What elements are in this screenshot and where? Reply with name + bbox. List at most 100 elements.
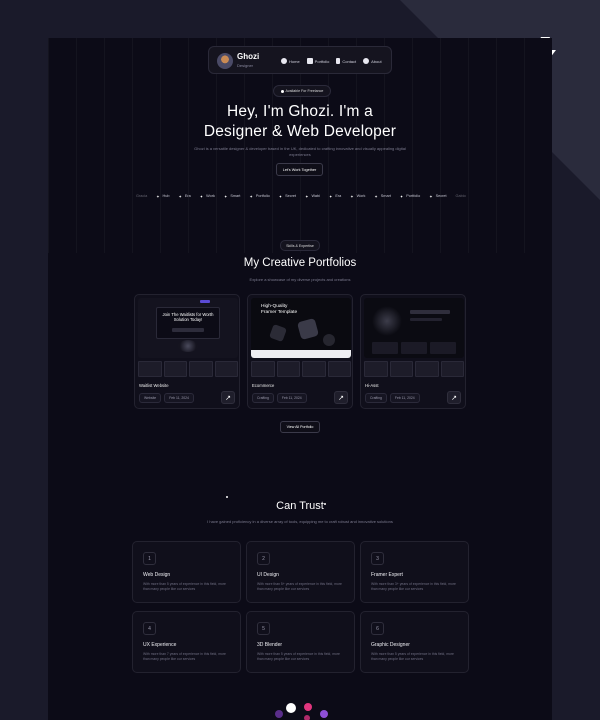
portfolio-card-waitlist[interactable]: Join The Waitlists for Worth Solution To… <box>134 294 240 409</box>
sparkle-icon: ✦ <box>350 193 354 199</box>
ticker-label: Secret <box>285 194 297 198</box>
skill-number: 1 <box>143 552 156 565</box>
ticker-label: Hub <box>162 194 170 198</box>
home-icon <box>281 58 287 64</box>
thumbnail-strip <box>251 361 351 377</box>
category-tag: Crafting <box>365 393 387 403</box>
work-together-button[interactable]: Let's Work Together <box>276 163 323 176</box>
skill-card: 6 Graphic Designer With more than 5 year… <box>360 611 469 673</box>
tool-icon-pink <box>304 703 312 711</box>
card-tags: Crafting Feb 11, 2024 <box>365 393 420 403</box>
portfolio-card-hi-asst[interactable]: Hi-Asst Crafting Feb 11, 2024 ↗ <box>360 294 466 409</box>
arrow-up-right-icon[interactable]: ↗ <box>447 391 461 404</box>
card-title: Hi-Asst <box>365 383 379 388</box>
portfolio-icon <box>306 58 313 64</box>
sparkle-icon: ✦ <box>249 193 253 199</box>
ticker-label: Work <box>206 194 215 198</box>
skill-title: UX Experience <box>143 642 177 648</box>
section-badge: Skills & Expertise <box>280 240 320 251</box>
thumbnail-strip <box>138 361 238 377</box>
ticker-item: ✦ Era <box>329 194 341 199</box>
ticker-item: ✦ Secret <box>279 194 296 199</box>
skill-number: 4 <box>143 622 156 635</box>
ticker-label: Secret <box>435 194 447 198</box>
hero-subtitle: Ghozi is a versatile designer & develope… <box>194 146 406 157</box>
skill-title: 3D Blender <box>257 642 283 648</box>
portfolio-page: Ghozi Designer Home Portfolio Contact Ab… <box>48 38 552 720</box>
nav-about-label: About <box>371 58 382 64</box>
sparkle-icon: ✦ <box>328 193 333 199</box>
skill-card: 5 3D Blender With more than 5 years of e… <box>246 611 355 673</box>
ticker-item: ✦ Work <box>200 194 215 199</box>
ticker-item: ✦ Work <box>350 194 365 199</box>
nav-contact[interactable]: Contact <box>336 58 356 64</box>
ticker-item: ✦ Portfolio <box>249 194 269 199</box>
sparkle-icon: ✦ <box>223 193 228 199</box>
skill-title: Graphic Designer <box>371 642 410 648</box>
skill-number: 6 <box>371 622 384 635</box>
ticker-label: Wabi <box>311 194 320 198</box>
skill-card: 4 UX Experience With more than 7 years o… <box>132 611 241 673</box>
category-tag: Website <box>139 393 162 403</box>
skill-title: Web Design <box>143 572 171 578</box>
sparkle-icon: ✦ <box>374 193 378 199</box>
brand-role: Designer <box>237 63 254 68</box>
ticker-item: ✦ Portfolio <box>400 194 420 199</box>
ticker-item: ✦ Smart <box>374 194 391 199</box>
sparkle-icon: ✦ <box>305 193 309 199</box>
thumbnail-strip <box>364 361 464 377</box>
ticker-label: Era <box>184 194 191 198</box>
status-dot-icon <box>280 89 284 93</box>
decor-dot <box>226 496 228 498</box>
ticker-label: Gracia <box>136 194 148 198</box>
avatar[interactable] <box>217 53 233 69</box>
tool-icon-main <box>286 703 296 713</box>
portfolio-thumbnail: Join The Waitlists for Worth Solution To… <box>138 298 238 358</box>
nav-home[interactable]: Home <box>281 58 300 64</box>
arrow-up-right-icon[interactable]: ↗ <box>334 391 348 404</box>
ticker-label: Portfolio <box>255 194 270 198</box>
nav-about[interactable]: About <box>363 58 382 64</box>
nav-links: Home Portfolio Contact About <box>281 58 382 64</box>
brand-name[interactable]: Ghozi <box>237 52 259 61</box>
sparkle-icon: ✦ <box>399 193 404 199</box>
nav-contact-label: Contact <box>342 58 357 64</box>
card-tags: Crafting Feb 11, 2024 <box>252 393 307 403</box>
portfolio-subtitle: Explore a showcase of my diverse project… <box>249 277 351 282</box>
view-all-portfolio-button[interactable]: View All Portfolio <box>280 421 320 433</box>
skill-description: With more than 3+ years of experience in… <box>371 582 456 591</box>
portfolio-card-ecommerce[interactable]: High-Quality Framer Template Ecommerce C… <box>247 294 353 409</box>
skill-number: 2 <box>257 552 270 565</box>
hero-title-line1: Hey, I'm Ghozi. I'm a <box>227 103 373 120</box>
ticker-item: ✦ Era <box>179 194 191 199</box>
ticker-label: Portfolio <box>406 194 421 198</box>
hero-title-line2: Designer & Web Developer <box>203 123 397 140</box>
arrow-up-right-icon[interactable]: ↗ <box>221 391 235 404</box>
tool-icon-left <box>275 710 283 718</box>
ticker-label: Smart <box>380 194 391 198</box>
category-tag: Crafting <box>252 393 274 403</box>
skill-number: 5 <box>257 622 270 635</box>
hero-title: Hey, I'm Ghozi. I'm a Designer & Web Dev… <box>48 102 552 142</box>
ticker-label: Work <box>356 194 366 198</box>
skill-description: With more than 5+ years of experience in… <box>257 582 342 591</box>
thumb-headline: Join The Waitlists for Worth Solution To… <box>162 312 214 322</box>
top-navbar: Ghozi Designer Home Portfolio Contact Ab… <box>208 46 392 74</box>
trust-title: Can Trust <box>276 500 324 512</box>
skill-card: 1 Web Design With more than 5 years of e… <box>132 541 241 603</box>
nav-portfolio[interactable]: Portfolio <box>306 58 330 64</box>
ticker-label: Smart <box>230 194 241 198</box>
contact-icon <box>336 58 341 64</box>
ticker-item: ✦ Smart <box>224 194 241 199</box>
nav-home-label: Home <box>289 58 300 64</box>
ticker-item: ✦ Wabi <box>305 194 320 199</box>
portfolio-title: My Creative Portfolios <box>243 257 357 269</box>
skill-number: 3 <box>371 552 384 565</box>
sparkle-icon: ✦ <box>199 193 204 199</box>
sparkle-icon: ✦ <box>278 193 283 199</box>
date-tag: Feb 11, 2024 <box>164 393 194 403</box>
portfolio-thumbnail <box>364 298 464 358</box>
user-icon <box>363 58 370 64</box>
card-tags: Website Feb 11, 2024 <box>139 393 194 403</box>
nav-portfolio-label: Portfolio <box>314 58 330 64</box>
